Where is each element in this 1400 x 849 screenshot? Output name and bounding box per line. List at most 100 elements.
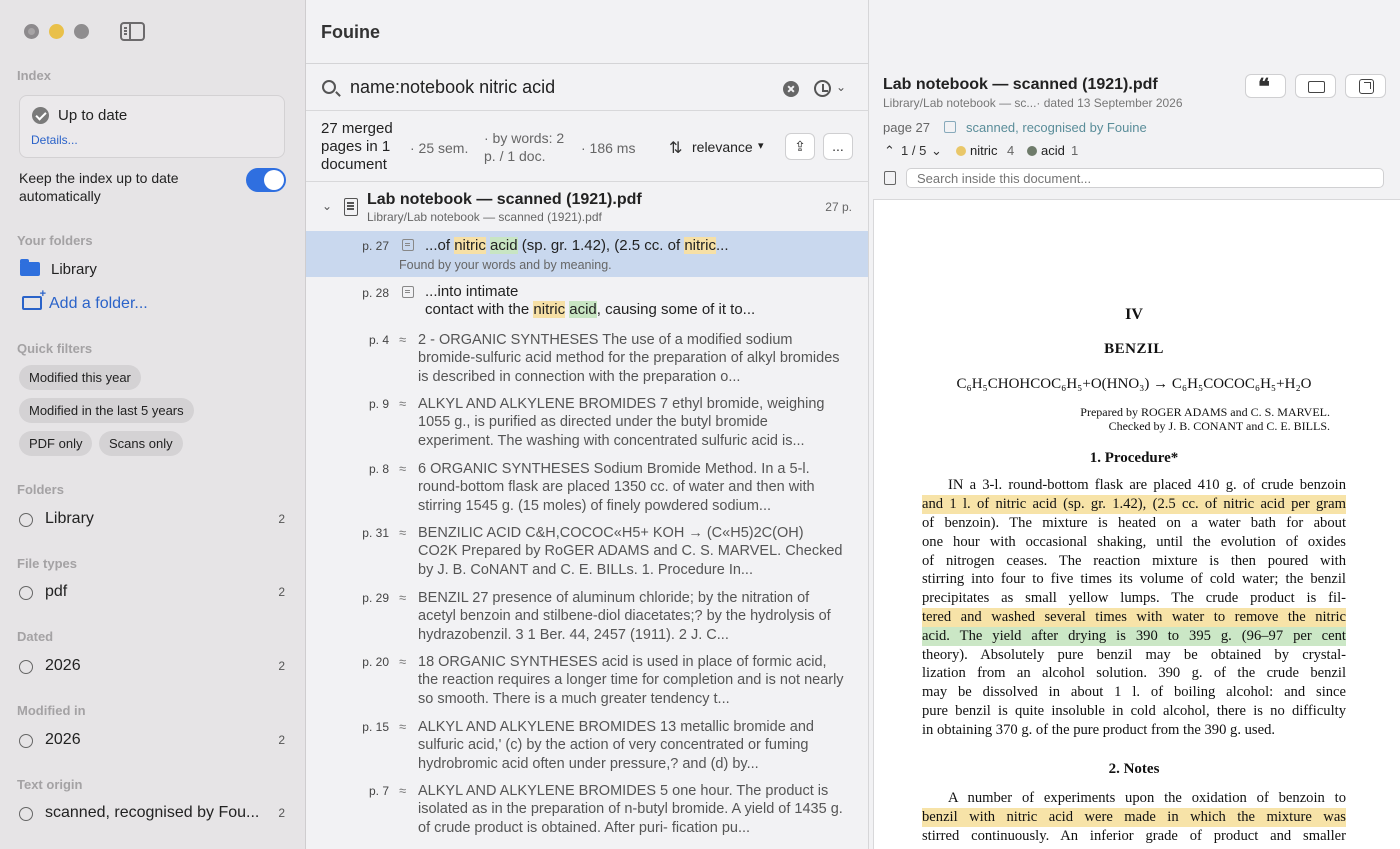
radio-icon[interactable]	[19, 586, 33, 600]
radio-icon[interactable]	[19, 660, 33, 674]
quote-button[interactable]: ❝	[1245, 74, 1286, 100]
filter-chip-scans-only[interactable]: Scans only	[99, 431, 183, 456]
facet-folders-library[interactable]: Library 2	[19, 509, 287, 529]
result-row-selected[interactable]: p. 27 ...of nitric acid (sp. gr. 1.42), …	[306, 231, 868, 277]
by-words-count: · by words: 2 p. / 1 doc.	[484, 130, 565, 164]
filter-chip-modified-this-year[interactable]: Modified this year	[19, 365, 141, 390]
next-match-button[interactable]: ⌄	[931, 143, 942, 159]
text-line: stirring into four to five times its vol…	[922, 571, 1346, 587]
clear-search-icon[interactable]	[783, 81, 799, 97]
text-line: A number of experiments upon the oxidati…	[948, 790, 1346, 806]
chapter-title: BENZIL	[1104, 341, 1164, 357]
previous-match-button[interactable]: ⌃	[884, 143, 895, 159]
sort-arrows-icon[interactable]: ⇅	[669, 138, 682, 158]
result-row[interactable]: p. 15 ≈ ALKYL AND ALKYLENE BROMIDES 13 m…	[306, 717, 868, 777]
text-line-highlighted: and 1 l. of nitric acid (sp. gr. 1.42), …	[922, 495, 1346, 514]
facet-modified-2026[interactable]: 2026 2	[19, 730, 287, 750]
result-document-path: Library/Lab notebook — scanned (1921).pd…	[367, 210, 602, 224]
filter-chip-modified-last-5-years[interactable]: Modified in the last 5 years	[19, 398, 194, 423]
result-row[interactable]: p. 29 ≈ BENZIL 27 presence of aluminum c…	[306, 588, 868, 648]
result-document-pages: 27 p.	[825, 200, 852, 214]
checked-by: Checked by J. B. CONANT and C. E. BILLS.	[1108, 419, 1330, 433]
term-color-dot	[956, 146, 966, 156]
window-close-button[interactable]	[24, 24, 39, 39]
reaction-equation: C₆H₅CHOHCOC₆H₅+O(HNO₃) → C₆H₅COCOC₆H₅+H₂…	[956, 376, 1312, 392]
show-in-folder-button[interactable]	[1295, 74, 1336, 98]
semantic-match-icon: ≈	[399, 654, 407, 669]
result-row[interactable]: p. 7 ≈ ALKYL AND ALKYLENE BROMIDES 5 one…	[306, 781, 868, 841]
chevron-down-icon[interactable]: ▾	[758, 139, 764, 152]
radio-icon[interactable]	[19, 807, 33, 821]
sidebar-folder-library[interactable]: Library	[51, 261, 97, 278]
result-row[interactable]: p. 31 ≈ BENZILIC ACID C&H,COCOC«H5+ KOH …	[306, 523, 868, 583]
result-snippet: BENZILIC ACID C&H,COCOC«H5+ KOH → (C«H5)…	[418, 525, 843, 578]
facet-name: scanned, recognised by Fou...	[45, 804, 260, 821]
result-document-title[interactable]: Lab notebook — scanned (1921).pdf	[367, 191, 642, 209]
semantic-match-icon: ≈	[399, 332, 407, 347]
result-page: p. 28	[362, 286, 389, 300]
text-line: pure benzil is quite insoluble in cold a…	[922, 703, 1346, 719]
sort-select[interactable]: relevance	[692, 139, 753, 155]
radio-icon[interactable]	[19, 734, 33, 748]
result-snippet: 2 - ORGANIC SYNTHESES The use of a modif…	[418, 332, 840, 385]
facet-dated-2026[interactable]: 2026 2	[19, 656, 287, 676]
text-line: lization from an alcohol solution. 390 g…	[922, 665, 1346, 681]
result-row[interactable]: p. 9 ≈ ALKYL AND ALKYLENE BROMIDES 7 eth…	[306, 394, 868, 454]
facet-count: 2	[278, 659, 285, 673]
text-line-highlighted: acid. The yield after drying is 390 to 3…	[922, 627, 1346, 646]
facet-name: 2026	[45, 657, 81, 674]
text-line: of nitrogen ceases. The reaction mixture…	[922, 553, 1346, 569]
text-line-highlighted: benzil with nitric acid were made in whi…	[922, 808, 1346, 827]
window-zoom-button[interactable]	[74, 24, 89, 39]
quote-icon: ❝	[1258, 74, 1270, 100]
window-minimize-button[interactable]	[49, 24, 64, 39]
text-line: may be dissolved in about 1 l. of boilin…	[922, 684, 1346, 700]
open-document-button[interactable]	[1345, 74, 1386, 98]
add-folder-icon[interactable]	[22, 288, 46, 310]
checkmark-icon	[32, 107, 49, 124]
result-row[interactable]: p. 20 ≈ 18 ORGANIC SYNTHESES acid is use…	[306, 652, 868, 712]
facet-file-type-pdf[interactable]: pdf 2	[19, 582, 287, 602]
text-line: one hour with occasional shaking, until …	[922, 534, 1346, 550]
result-row[interactable]: p. 8 ≈ 6 ORGANIC SYNTHESES Sodium Bromid…	[306, 459, 868, 519]
result-snippet: BENZIL 27 presence of aluminum chloride;…	[418, 590, 831, 643]
facet-name: Library	[45, 510, 94, 527]
search-history-icon[interactable]	[814, 80, 831, 97]
result-row[interactable]: p. 4 ≈ 2 - ORGANIC SYNTHESES The use of …	[306, 330, 868, 390]
add-folder-button[interactable]: Add a folder...	[49, 295, 148, 313]
chevron-down-icon[interactable]: ⌄	[836, 80, 846, 94]
search-input[interactable]	[350, 77, 770, 98]
merged-pages-count: 27 merged pages in 1 document	[321, 120, 393, 173]
keep-index-updated-toggle[interactable]	[246, 168, 286, 192]
preview-subtitle: Library/Lab notebook — sc...· dated 13 S…	[883, 96, 1183, 110]
semantic-match-icon: ≈	[399, 719, 407, 734]
filter-chip-pdf-only[interactable]: PDF only	[19, 431, 93, 456]
your-folders-label: Your folders	[17, 233, 93, 248]
collapse-chevron-icon[interactable]: ⌄	[322, 199, 332, 213]
search-divider	[306, 110, 869, 111]
result-page: p. 27	[362, 239, 389, 253]
document-page-preview: IV BENZIL C₆H₅CHOHCOC₆H₅+O(HNO₃) → C₆H₅C…	[873, 199, 1400, 849]
share-button[interactable]: ⇪	[785, 133, 815, 160]
index-status-text: Up to date	[58, 107, 128, 124]
prepared-by: Prepared by ROGER ADAMS and C. S. MARVEL…	[1080, 405, 1330, 419]
scanned-text-icon	[402, 286, 414, 298]
index-details-link[interactable]: Details...	[31, 133, 78, 147]
share-icon: ⇪	[794, 138, 806, 154]
facet-text-origin-scanned[interactable]: scanned, recognised by Fou... 2	[19, 803, 287, 823]
term-nitric[interactable]: nitric	[970, 143, 997, 158]
more-options-button[interactable]: ...	[823, 133, 853, 160]
result-row[interactable]: p. 28 ...into intimate contact with the n…	[306, 278, 868, 324]
index-status-box: Up to date Details...	[19, 95, 285, 158]
facet-count: 2	[278, 806, 285, 820]
document-icon	[344, 198, 358, 216]
index-section-label: Index	[17, 68, 51, 83]
find-in-document-input[interactable]	[906, 168, 1384, 188]
radio-icon[interactable]	[19, 513, 33, 527]
facet-count: 2	[278, 585, 285, 599]
facet-file-types-label: File types	[17, 556, 77, 571]
facet-folders-label: Folders	[17, 482, 64, 497]
term-acid[interactable]: acid	[1041, 143, 1065, 158]
result-page: p. 20	[362, 655, 389, 669]
sidebar-toggle-icon[interactable]	[120, 22, 145, 41]
